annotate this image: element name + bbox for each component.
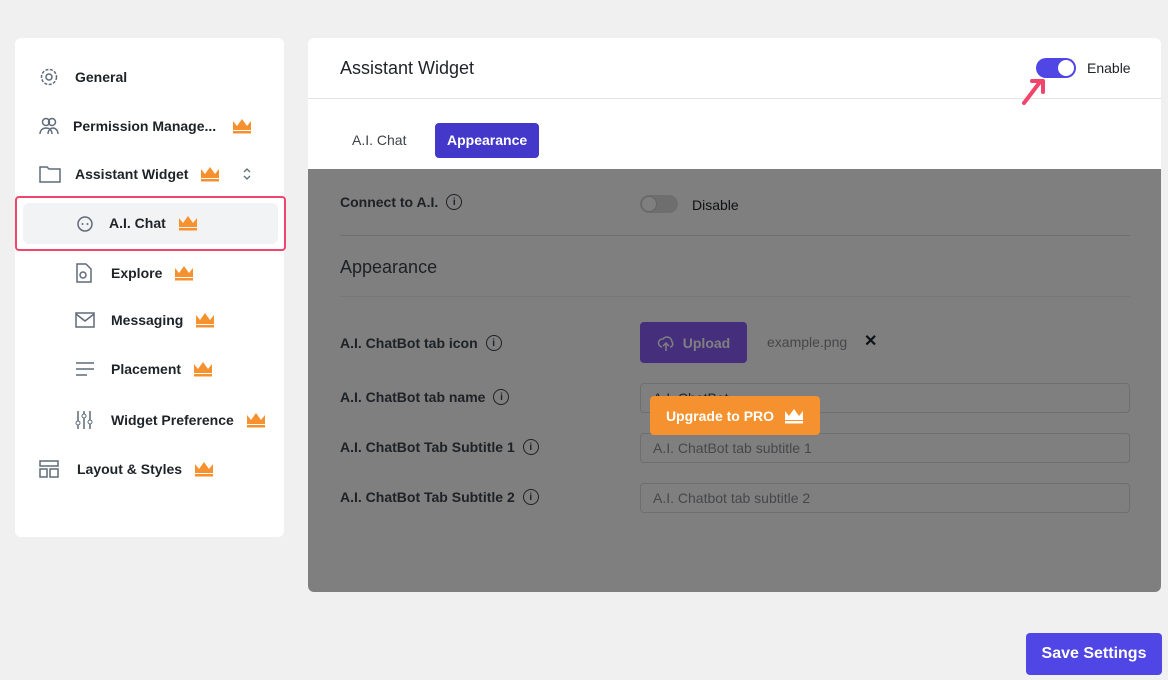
sidebar-item-label: Widget Preference [111,412,234,428]
sidebar-item-label: Explore [111,265,163,281]
settings-panel: Assistant Widget Enable A.I. Chat Appear… [308,38,1161,592]
page-title: Assistant Widget [340,58,475,78]
sidebar-item-ai-chat[interactable]: A.I. Chat [75,214,198,232]
lines-icon [76,362,94,376]
crown-icon [175,266,194,281]
upgrade-to-pro-button[interactable]: Upgrade to PRO [650,396,820,435]
sidebar-item-permission[interactable]: Permission Manage... [39,116,252,136]
enable-label: Enable [1087,60,1131,76]
sidebar-item-label: Assistant Widget [75,166,189,182]
enable-toggle[interactable] [1036,58,1076,78]
tab-ai-chat[interactable]: A.I. Chat [340,123,418,158]
crown-icon [195,462,214,477]
crown-icon [233,119,252,134]
crown-icon [201,167,220,182]
crown-icon [194,362,213,377]
layout-icon [39,460,59,478]
gear-icon [40,68,58,86]
sidebar-item-widget-preference[interactable]: Widget Preference [75,410,266,430]
sidebar-item-label: A.I. Chat [109,215,166,231]
chevron-updown-icon[interactable] [242,167,252,181]
sidebar-item-label: Placement [111,361,182,377]
sidebar: General Permission Manage... Assistant W… [15,38,286,537]
save-settings-button[interactable]: Save Settings [1026,633,1162,675]
pro-lock-overlay [308,169,1161,592]
sidebar-item-label: General [75,69,128,85]
sidebar-item-label: Messaging [111,312,184,328]
crown-icon [178,216,197,231]
sidebar-item-placement[interactable]: Placement [75,361,213,377]
sidebar-item-explore[interactable]: Explore [75,263,194,283]
sliders-icon [75,411,93,429]
crown-icon [785,408,804,423]
sidebar-item-assistant-widget[interactable]: Assistant Widget [39,165,252,183]
crown-icon [196,313,215,328]
folder-icon [39,166,61,183]
sidebar-item-label: Layout & Styles [77,461,183,477]
arrow-pointer-icon [1022,79,1045,105]
sidebar-item-messaging[interactable]: Messaging [75,312,215,328]
panel-header: Assistant Widget Enable [308,38,1161,105]
tab-appearance[interactable]: Appearance [435,123,540,158]
users-icon [39,117,59,135]
mail-icon [75,312,95,328]
sidebar-item-label: Permission Manage... [73,118,217,134]
sidebar-item-general[interactable]: General [39,67,127,87]
bot-icon [77,216,93,232]
search-doc-icon [76,263,92,283]
sidebar-item-layout-styles[interactable]: Layout & Styles [39,459,214,479]
crown-icon [246,413,265,428]
upgrade-label: Upgrade to PRO [665,407,775,424]
